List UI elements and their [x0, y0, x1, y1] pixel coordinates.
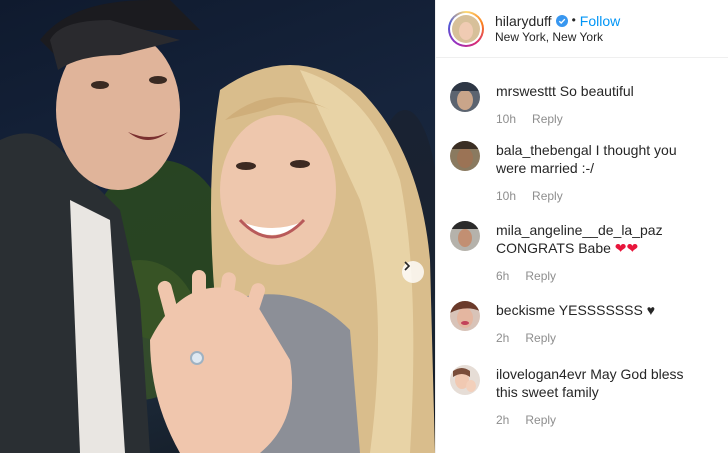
heart-emoji: ❤❤: [614, 240, 639, 256]
comment-time[interactable]: 10h: [496, 110, 516, 128]
comment-username[interactable]: bala_thebengal: [496, 142, 592, 158]
avatar: [452, 14, 480, 43]
post-side-panel: hilaryduff • Follow New York, New York m…: [435, 0, 728, 453]
comment-avatar[interactable]: [450, 221, 480, 251]
comment-item: mrswesttt So beautiful 10h Reply: [450, 82, 718, 128]
comment-username[interactable]: ilovelogan4evr: [496, 366, 586, 382]
comment-text: CONGRATS Babe: [496, 240, 611, 256]
reply-button[interactable]: Reply: [525, 267, 556, 285]
comment-time[interactable]: 2h: [496, 329, 509, 347]
next-photo-button[interactable]: [402, 261, 424, 283]
reply-button[interactable]: Reply: [525, 329, 556, 347]
post-header: hilaryduff • Follow New York, New York: [436, 0, 728, 58]
reply-button[interactable]: Reply: [532, 110, 563, 128]
comment-avatar[interactable]: [450, 141, 480, 171]
comment-list: mrswesttt So beautiful 10h Reply bala_th…: [436, 58, 728, 453]
comment-time[interactable]: 10h: [496, 187, 516, 205]
separator-dot: •: [571, 12, 576, 27]
reply-button[interactable]: Reply: [532, 187, 563, 205]
comment-username[interactable]: mila_angeline__de_la_paz: [496, 222, 663, 238]
post-username[interactable]: hilaryduff: [495, 13, 552, 29]
comment-time[interactable]: 2h: [496, 411, 509, 429]
comment-item: bala_thebengal I thought you were marrie…: [450, 141, 718, 205]
comment-time[interactable]: 6h: [496, 267, 509, 285]
comment-text: So beautiful: [559, 83, 634, 99]
post-photo[interactable]: [0, 0, 435, 453]
comment-item: beckisme YESSSSSSS ♥ 2h Reply: [450, 301, 718, 347]
photo-illustration: [0, 0, 435, 453]
comment-username[interactable]: mrswesttt: [496, 83, 556, 99]
verified-badge-icon: [555, 14, 568, 27]
comment-username[interactable]: beckisme: [496, 302, 555, 318]
post-location[interactable]: New York, New York: [495, 30, 620, 45]
comment-avatar[interactable]: [450, 301, 480, 331]
follow-button[interactable]: Follow: [580, 13, 620, 29]
comment-item: ilovelogan4evr May God bless this sweet …: [450, 365, 718, 429]
chevron-right-icon: [404, 261, 411, 271]
comment-item: mila_angeline__de_la_paz CONGRATS Babe ❤…: [450, 221, 718, 285]
story-ring[interactable]: [448, 10, 484, 47]
comment-avatar[interactable]: [450, 365, 480, 395]
comment-text: YESSSSSSS ♥: [558, 302, 656, 318]
comment-avatar[interactable]: [450, 82, 480, 112]
reply-button[interactable]: Reply: [525, 411, 556, 429]
